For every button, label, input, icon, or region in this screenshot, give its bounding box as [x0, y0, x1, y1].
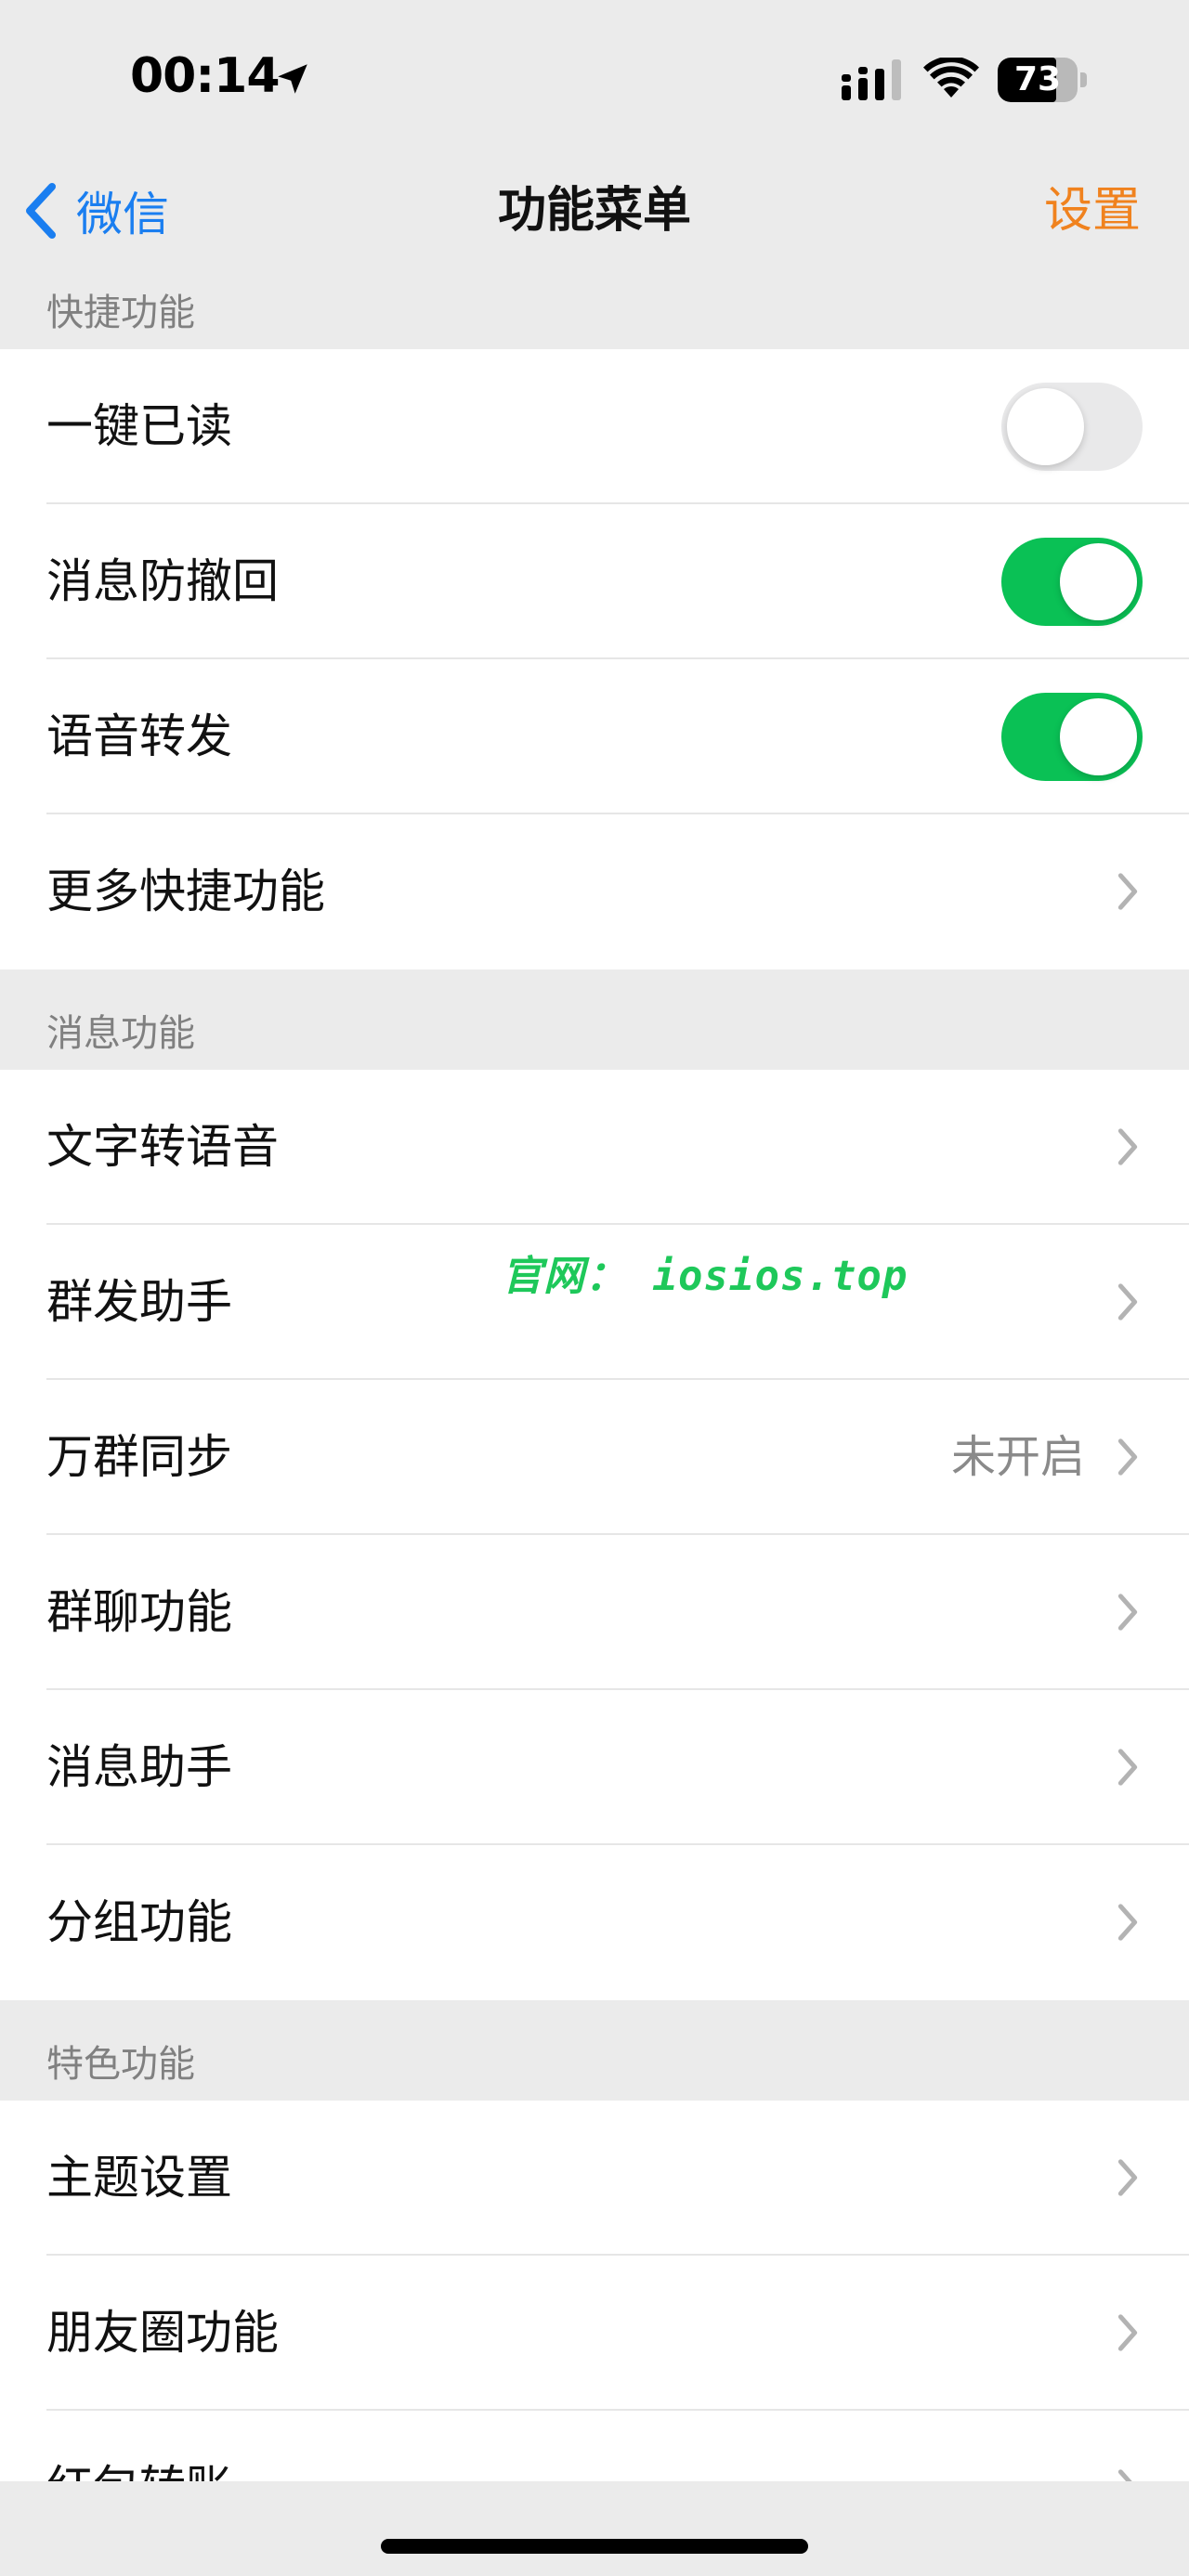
row-status-value: 未开启	[950, 1431, 1085, 1483]
section-header-message: 消息功能	[46, 1012, 195, 1055]
location-arrow-icon	[278, 64, 307, 94]
chevron-right-icon	[1117, 1594, 1138, 1631]
row-anti-recall[interactable]: 消息防撤回	[0, 504, 1189, 659]
row-label: 文字转语音	[46, 1120, 279, 1174]
row-label: 朋友圈功能	[46, 2306, 279, 2360]
row-label: 主题设置	[46, 2151, 232, 2205]
chevron-left-icon	[26, 183, 56, 239]
row-label: 消息防撤回	[46, 554, 279, 608]
home-indicator[interactable]	[381, 2539, 808, 2554]
row-one-key-read[interactable]: 一键已读	[0, 349, 1189, 504]
row-group-chat-functions[interactable]: 群聊功能	[0, 1535, 1189, 1690]
row-label: 消息助手	[46, 1740, 232, 1794]
toggle-voice-forward[interactable]	[1001, 693, 1143, 781]
row-group-sync[interactable]: 万群同步 未开启	[0, 1380, 1189, 1535]
screen: 00:14 73 微信 功能菜单 设置 快捷功能 一键已读 消息防撤回 语音转发…	[0, 0, 1189, 2576]
row-label: 一键已读	[46, 399, 232, 453]
chevron-right-icon	[1117, 1904, 1138, 1941]
row-grouping-functions[interactable]: 分组功能	[0, 1845, 1189, 2000]
battery-body: 73	[998, 58, 1078, 102]
back-button[interactable]: 微信	[24, 178, 169, 243]
group-quick-functions: 一键已读 消息防撤回 语音转发 更多快捷功能	[0, 349, 1189, 969]
chevron-right-icon	[1117, 1749, 1138, 1786]
status-time: 00:14	[130, 48, 281, 104]
chevron-right-icon	[1117, 2159, 1138, 2196]
row-label: 群聊功能	[46, 1585, 232, 1639]
toggle-knob	[1060, 543, 1137, 620]
chevron-right-icon	[1117, 2314, 1138, 2351]
chevron-right-icon	[1117, 1438, 1138, 1476]
toggle-anti-recall[interactable]	[1001, 538, 1143, 626]
toggle-knob	[1007, 388, 1084, 465]
row-voice-forward[interactable]: 语音转发	[0, 659, 1189, 814]
watermark-text: 官网： iosios.top	[502, 1253, 908, 1300]
row-message-assistant[interactable]: 消息助手	[0, 1690, 1189, 1845]
cellular-signal-icon	[842, 59, 901, 100]
group-message-functions: 文字转语音 群发助手 万群同步 未开启 群聊功能 消息助手 分组功能	[0, 1070, 1189, 2000]
home-area	[0, 2481, 1189, 2576]
chevron-right-icon	[1117, 1128, 1138, 1165]
toggle-knob	[1060, 698, 1137, 775]
battery-icon: 73	[998, 58, 1087, 102]
status-bar: 00:14 73	[0, 0, 1189, 158]
section-header-quick: 快捷功能	[46, 292, 195, 334]
chevron-right-icon	[1117, 1283, 1138, 1321]
row-label: 分组功能	[46, 1895, 232, 1949]
row-theme-settings[interactable]: 主题设置	[0, 2101, 1189, 2256]
back-label: 微信	[76, 188, 169, 241]
row-text-to-speech[interactable]: 文字转语音	[0, 1070, 1189, 1225]
battery-level: 73	[1013, 60, 1062, 98]
wifi-icon	[923, 58, 979, 98]
section-header-featured: 特色功能	[46, 2043, 195, 2086]
row-label: 群发助手	[46, 1275, 232, 1329]
row-moments-functions[interactable]: 朋友圈功能	[0, 2256, 1189, 2411]
chevron-right-icon	[1117, 873, 1138, 910]
settings-button[interactable]: 设置	[1044, 178, 1141, 243]
row-label: 更多快捷功能	[46, 865, 325, 918]
nav-bar: 微信 功能菜单 设置	[0, 158, 1189, 260]
battery-tip	[1080, 72, 1087, 87]
toggle-one-key-read[interactable]	[1001, 383, 1143, 471]
row-label: 语音转发	[46, 709, 232, 763]
row-label: 万群同步	[46, 1430, 232, 1484]
row-more-quick-functions[interactable]: 更多快捷功能	[0, 814, 1189, 969]
page-title: 功能菜单	[497, 183, 691, 239]
